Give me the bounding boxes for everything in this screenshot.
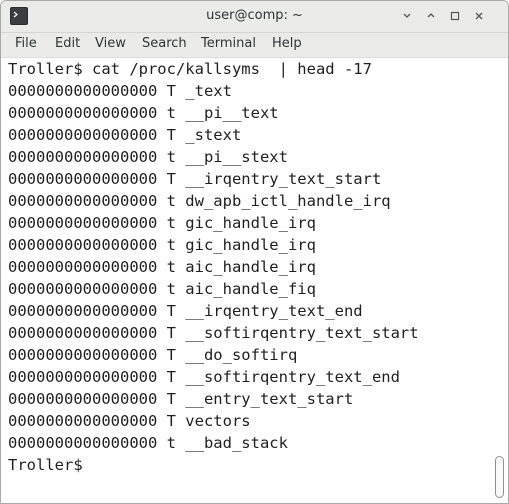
- terminal-lines: Troller$ cat /proc/kallsyms | head -17 00…: [8, 58, 419, 476]
- menu-search[interactable]: Search: [142, 36, 187, 51]
- output-line: 0000000000000000 T vectors: [8, 412, 251, 430]
- output-line: 0000000000000000 T __do_softirq: [8, 346, 298, 364]
- prompt-line: Troller$: [8, 456, 92, 474]
- output-line: 0000000000000000 T __irqentry_text_end: [8, 302, 363, 320]
- menu-help[interactable]: Help: [272, 36, 302, 51]
- output-line: 0000000000000000 t aic_handle_irq: [8, 258, 316, 276]
- menu-edit[interactable]: Edit: [55, 36, 80, 51]
- output-line: 0000000000000000 T __entry_text_start: [8, 390, 354, 408]
- menu-file[interactable]: File: [15, 36, 37, 51]
- menu-view[interactable]: View: [95, 36, 126, 51]
- command-line: Troller$ cat /proc/kallsyms | head -17: [8, 60, 372, 78]
- restore-icon[interactable]: [423, 8, 439, 24]
- output-line: 0000000000000000 t dw_apb_ictl_handle_ir…: [8, 192, 391, 210]
- output-line: 0000000000000000 T __softirqentry_text_s…: [8, 324, 419, 342]
- menu-terminal[interactable]: Terminal: [201, 36, 256, 51]
- title-bar[interactable]: user@comp: ~: [1, 1, 508, 33]
- maximize-icon[interactable]: [447, 8, 463, 24]
- menu-bar: File Edit View Search Terminal Help: [1, 33, 508, 58]
- output-line: 0000000000000000 t gic_handle_irq: [8, 236, 316, 254]
- output-line: 0000000000000000 T __irqentry_text_start: [8, 170, 382, 188]
- output-line: 0000000000000000 T _text: [8, 82, 232, 100]
- output-line: 0000000000000000 t aic_handle_fiq: [8, 280, 316, 298]
- terminal-window: user@comp: ~ File Edit View Search Termi…: [0, 0, 509, 504]
- close-icon[interactable]: [471, 8, 487, 24]
- output-line: 0000000000000000 T __softirqentry_text_e…: [8, 368, 400, 386]
- output-line: 0000000000000000 t __pi__text: [8, 104, 279, 122]
- minimize-icon[interactable]: [399, 8, 415, 24]
- output-line: 0000000000000000 t __pi__stext: [8, 148, 288, 166]
- vertical-scrollbar[interactable]: [493, 58, 508, 503]
- output-line: 0000000000000000 t gic_handle_irq: [8, 214, 316, 232]
- scrollbar-thumb[interactable]: [495, 456, 504, 498]
- output-line: 0000000000000000 t __bad_stack: [8, 434, 288, 452]
- output-line: 0000000000000000 T _stext: [8, 126, 242, 144]
- terminal-output[interactable]: Troller$ cat /proc/kallsyms | head -17 00…: [1, 58, 508, 503]
